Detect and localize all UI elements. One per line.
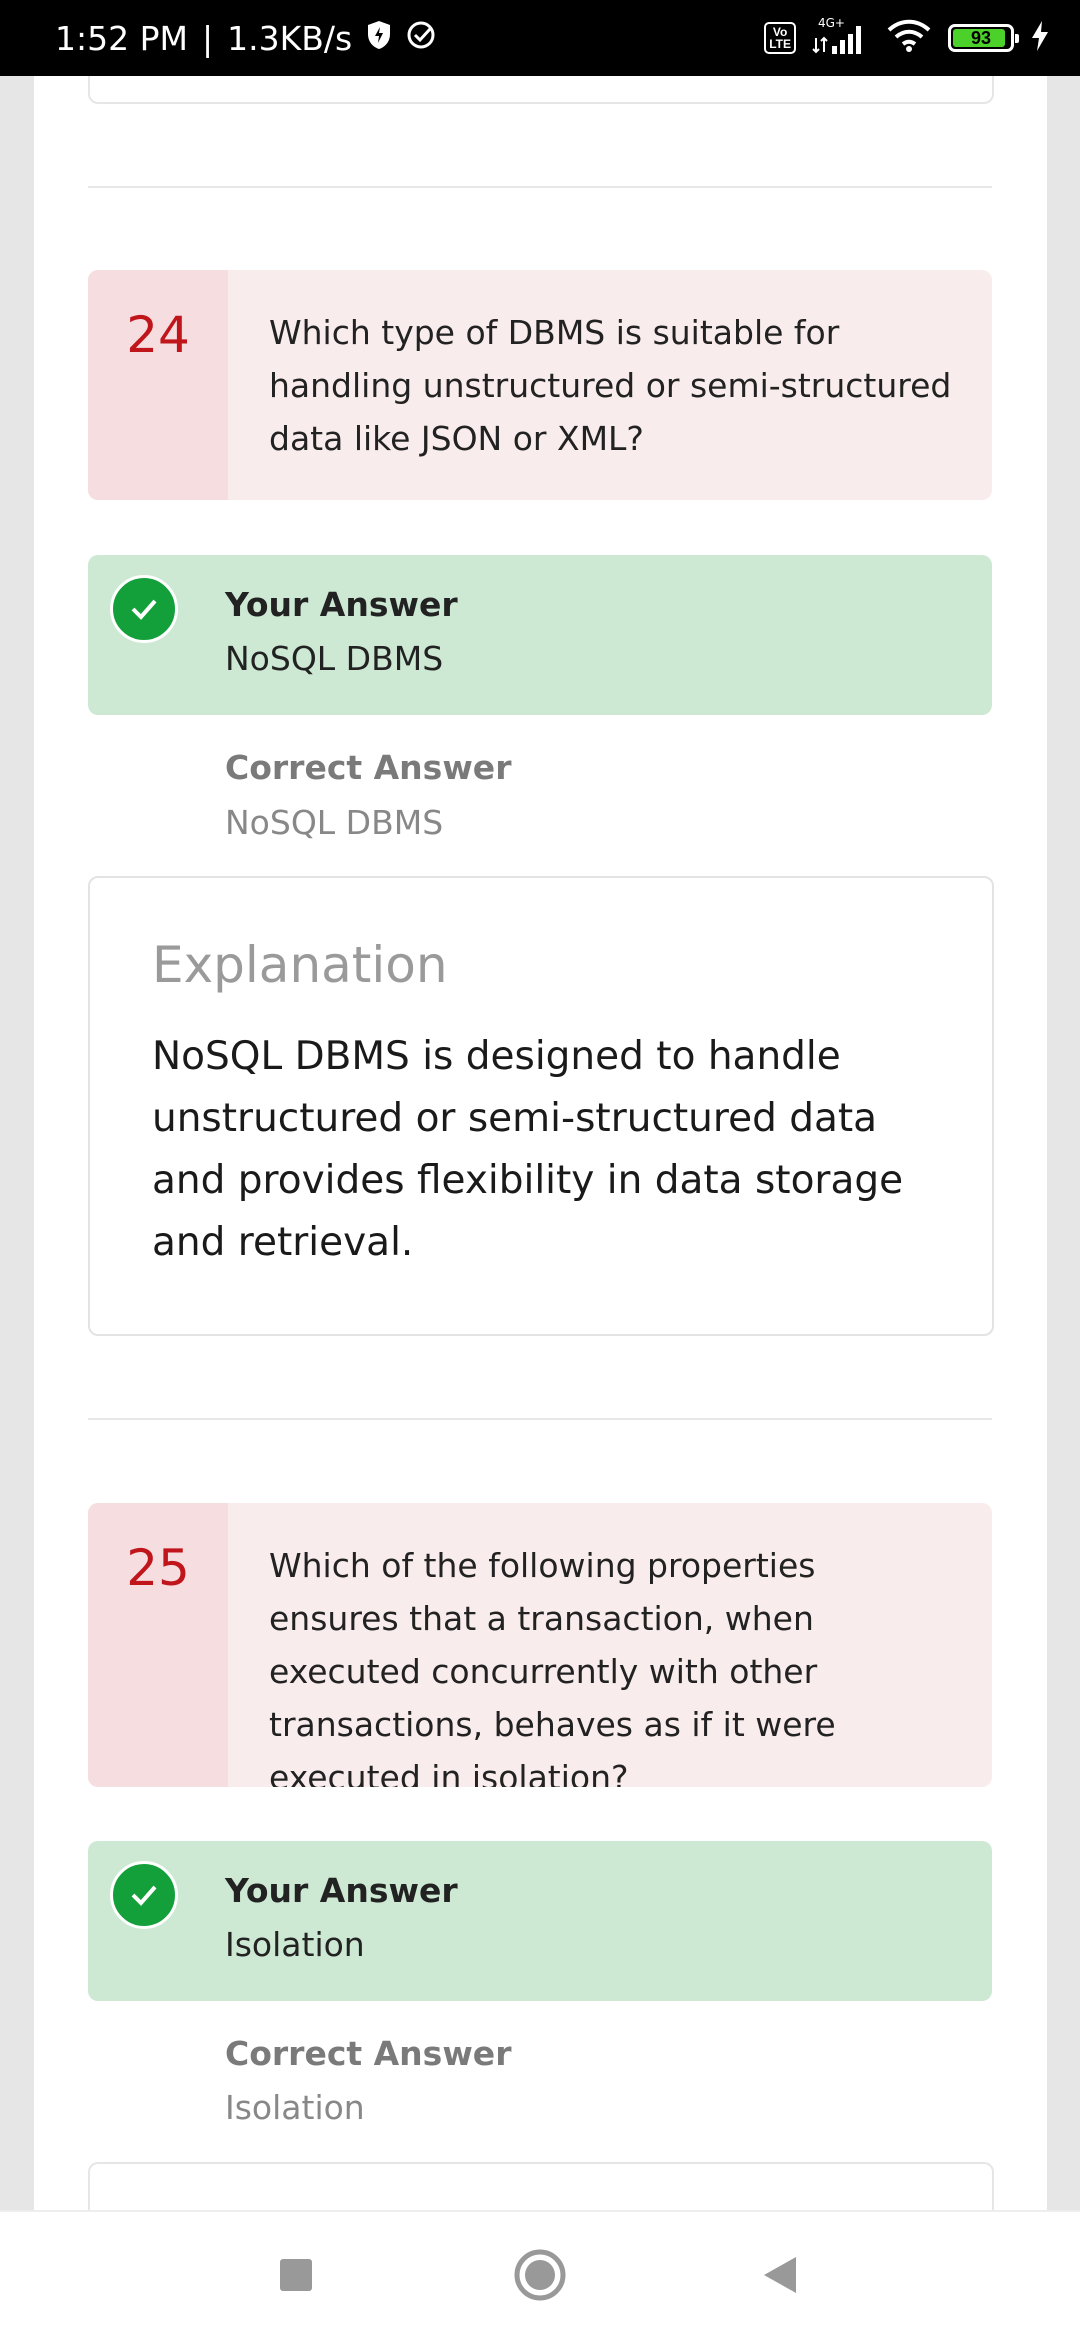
status-network-speed: 1.3KB/s xyxy=(227,18,353,58)
question-number: 24 xyxy=(126,306,190,364)
question-card-25: 25 Which of the following properties ens… xyxy=(88,1503,992,1787)
volte-icon: Vo LTE xyxy=(764,22,796,54)
shield-icon xyxy=(366,19,392,58)
explanation-title: Explanation xyxy=(152,936,448,994)
question-text: Which of the following properties ensure… xyxy=(269,1546,836,1787)
question-number: 25 xyxy=(126,1539,190,1597)
back-button[interactable] xyxy=(720,2212,840,2342)
question-card-24: 24 Which type of DBMS is suitable for ha… xyxy=(88,270,992,500)
divider xyxy=(88,186,992,188)
status-time: 1:52 PM xyxy=(55,18,188,58)
question-number-column xyxy=(88,270,228,500)
status-bar: 1:52 PM | 1.3KB/s Vo LTE 4G+ 93 xyxy=(0,0,1080,76)
question-text: Which type of DBMS is suitable for handl… xyxy=(269,313,952,458)
explanation-text: NoSQL DBMS is designed to handle unstruc… xyxy=(152,1034,904,1265)
your-answer-box-24: Your Answer NoSQL DBMS xyxy=(88,555,992,715)
quiz-results-sheet[interactable]: 24 Which type of DBMS is suitable for ha… xyxy=(34,76,1047,2224)
divider xyxy=(88,1418,992,1420)
battery-icon: 93 xyxy=(948,24,1019,52)
home-circle-icon xyxy=(513,2248,567,2307)
correct-answer-value: NoSQL DBMS xyxy=(225,803,444,842)
your-answer-label: Your Answer xyxy=(225,585,458,624)
network-type-label: 4G+ xyxy=(818,16,845,30)
correct-answer-label: Correct Answer xyxy=(225,748,512,787)
correct-answer-value: Isolation xyxy=(225,2088,365,2127)
navigation-bar xyxy=(0,2210,1080,2342)
status-separator: | xyxy=(201,18,214,58)
home-button[interactable] xyxy=(480,2212,600,2342)
signal-icon: 4G+ xyxy=(812,16,870,61)
battery-level: 93 xyxy=(970,27,992,48)
wifi-icon xyxy=(886,18,932,59)
recents-square-icon xyxy=(279,2258,313,2297)
correct-answer-label: Correct Answer xyxy=(225,2034,512,2073)
your-answer-label: Your Answer xyxy=(225,1871,458,1910)
recents-button[interactable] xyxy=(236,2212,356,2342)
your-answer-box-25: Your Answer Isolation xyxy=(88,1841,992,2001)
explanation-card: Explanation NoSQL DBMS is designed to ha… xyxy=(88,876,994,1336)
check-circle-icon xyxy=(406,19,436,58)
your-answer-value: NoSQL DBMS xyxy=(225,639,444,678)
your-answer-value: Isolation xyxy=(225,1925,365,1964)
charging-icon xyxy=(1030,20,1050,57)
check-icon xyxy=(110,1861,178,1929)
back-triangle-icon xyxy=(762,2255,798,2300)
check-icon xyxy=(110,575,178,643)
previous-explanation-card xyxy=(88,76,994,104)
